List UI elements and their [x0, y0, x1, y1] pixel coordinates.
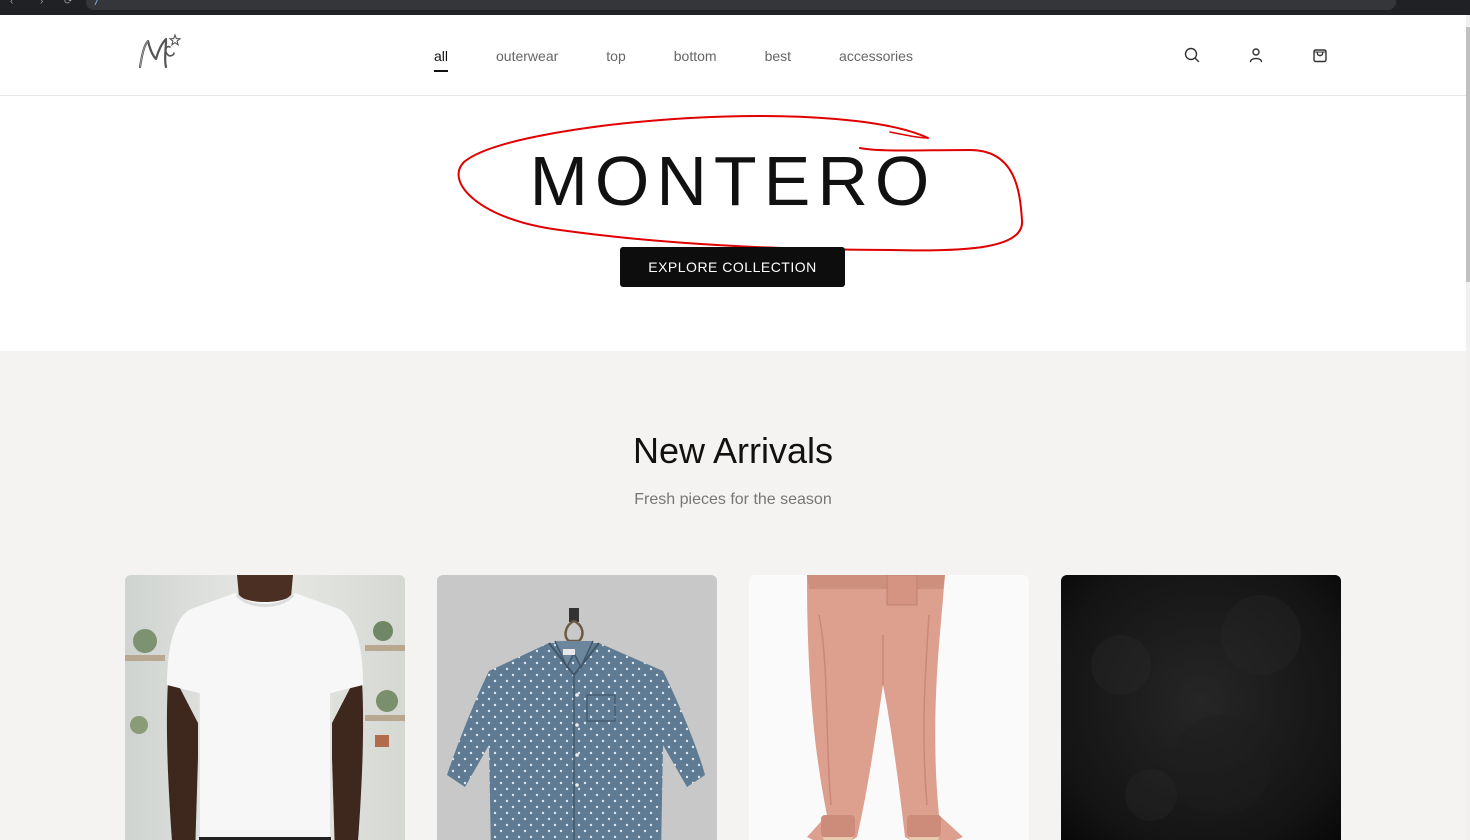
browser-toolbar: ‹ › ⟳ /	[0, 0, 1470, 15]
product-card-black-item[interactable]	[1061, 575, 1341, 840]
nav-link-top[interactable]: top	[606, 46, 625, 66]
product-image-black-item	[1061, 575, 1341, 840]
nav-link-bottom[interactable]: bottom	[674, 46, 717, 66]
product-image-denim-shirt	[437, 575, 717, 840]
address-bar-text: /	[94, 0, 101, 7]
forward-icon[interactable]: ›	[40, 0, 43, 7]
cart-icon[interactable]	[1311, 46, 1329, 64]
brand-logo[interactable]	[136, 33, 182, 73]
main-nav: all outerwear top bottom best accessorie…	[434, 15, 961, 96]
user-icon[interactable]	[1247, 46, 1265, 64]
back-icon[interactable]: ‹	[10, 0, 13, 7]
section-title: New Arrivals	[632, 430, 834, 471]
hero-section: MONTERO EXPLORE COLLECTION	[0, 96, 1466, 351]
search-icon[interactable]	[1183, 46, 1201, 64]
page-scrollbar[interactable]	[1466, 15, 1470, 840]
product-image-pink-joggers	[749, 575, 1029, 840]
address-bar[interactable]	[86, 0, 1396, 10]
product-card-white-tshirt[interactable]	[125, 575, 405, 840]
new-arrivals-section: New Arrivals Fresh pieces for the season	[0, 351, 1466, 840]
product-card-pink-joggers[interactable]	[749, 575, 1029, 840]
hero-title: MONTERO	[529, 142, 937, 220]
explore-collection-button[interactable]: EXPLORE COLLECTION	[620, 247, 845, 287]
scrollbar-thumb[interactable]	[1466, 27, 1470, 282]
nav-link-outerwear[interactable]: outerwear	[496, 46, 558, 66]
nav-link-all[interactable]: all	[434, 46, 449, 72]
product-image-white-tshirt	[125, 575, 405, 840]
nav-link-best[interactable]: best	[765, 46, 791, 66]
site-header: all outerwear top bottom best accessorie…	[0, 15, 1466, 96]
product-card-denim-shirt[interactable]	[437, 575, 717, 840]
nav-link-accessories[interactable]: accessories	[839, 46, 913, 66]
reload-icon[interactable]: ⟳	[64, 0, 72, 7]
section-subtitle: Fresh pieces for the season	[634, 491, 832, 508]
